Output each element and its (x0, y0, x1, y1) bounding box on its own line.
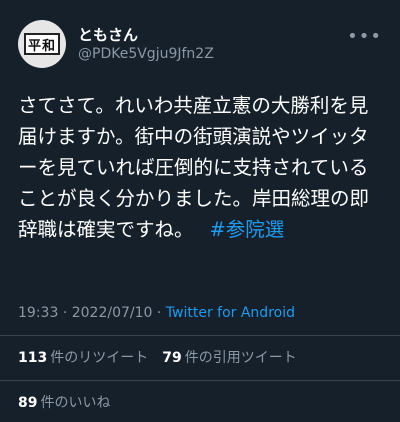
likes-stat[interactable]: 89 件のいいね (18, 395, 110, 411)
retweets-label: 件のリツイート (50, 350, 149, 366)
quotes-stat[interactable]: 79 件の引用ツイート (162, 350, 296, 366)
likes-label: 件のいいね (40, 395, 111, 411)
quotes-label: 件の引用ツイート (184, 350, 297, 366)
tweet-date[interactable]: 2022/07/10 (72, 305, 153, 321)
likes-stats-row: 89 件のいいね (18, 392, 124, 412)
divider (0, 335, 400, 336)
avatar[interactable]: 平和 (18, 20, 66, 68)
avatar-sign: 平和 (24, 33, 60, 55)
meta-separator: · (62, 305, 68, 321)
tweet-header: 平和 ともさん @PDKe5Vgju9Jfn2Z ••• (0, 0, 400, 80)
display-name[interactable]: ともさん (78, 24, 138, 45)
more-icon[interactable]: ••• (347, 26, 382, 47)
hashtag-link[interactable]: #参院選 (209, 218, 284, 241)
tweet-meta: 19:33 · 2022/07/10 · Twitter for Android (18, 305, 295, 321)
quotes-count: 79 (162, 350, 182, 366)
tweet-time[interactable]: 19:33 (18, 305, 58, 321)
avatar-text: 平和 (27, 38, 56, 54)
tweet-text: さてさて。れいわ共産立憲の大勝利を見届けますか。街中の街頭演説やツイッターを見て… (18, 90, 386, 245)
divider (0, 380, 400, 381)
tweet-spacer (184, 218, 210, 241)
likes-count: 89 (18, 395, 38, 411)
tweet-source[interactable]: Twitter for Android (166, 305, 295, 321)
retweets-count: 113 (18, 350, 48, 366)
engagement-stats-row: 113 件のリツイート 79 件の引用ツイート (18, 347, 311, 367)
user-handle[interactable]: @PDKe5Vgju9Jfn2Z (78, 46, 214, 62)
meta-separator: · (156, 305, 162, 321)
retweets-stat[interactable]: 113 件のリツイート (18, 350, 148, 366)
